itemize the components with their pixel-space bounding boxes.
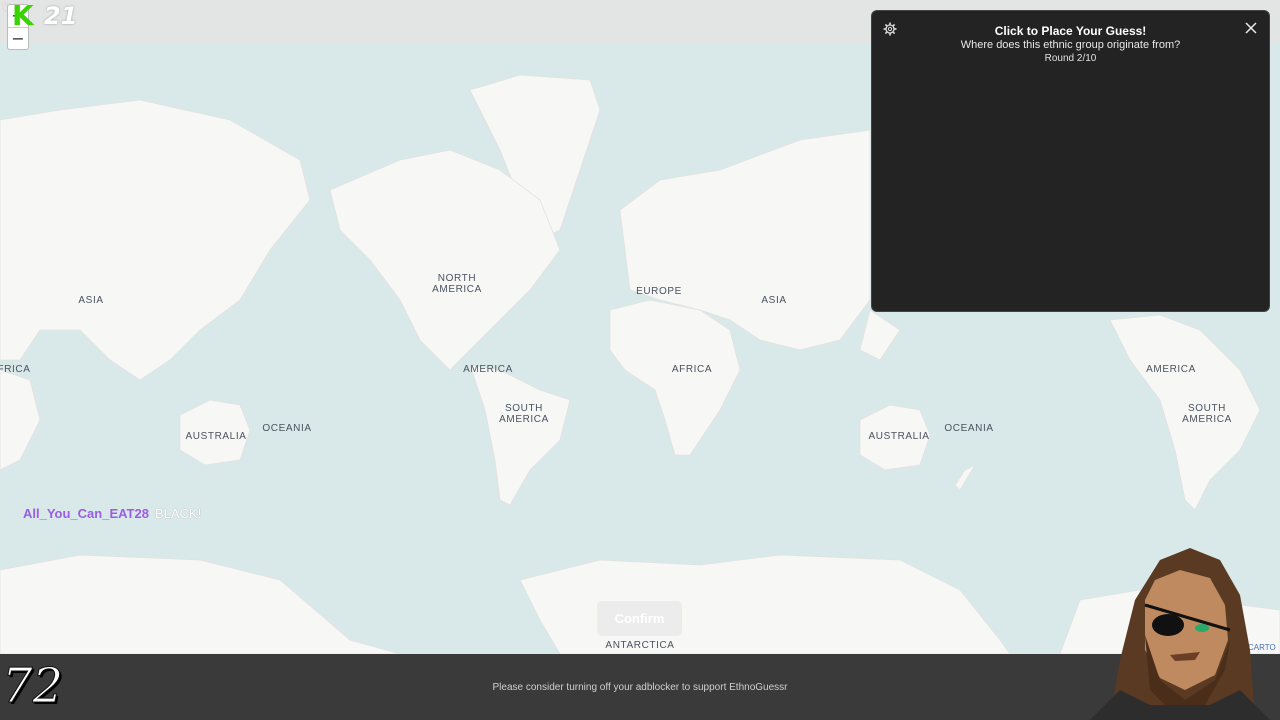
map-label-south-america-mid: SOUTH AMERICA: [499, 403, 549, 425]
panel-question: Where does this ethnic group originate f…: [960, 39, 1181, 51]
chat-text: BLACK!: [154, 506, 202, 521]
map-label-europe: EUROPE: [636, 286, 682, 297]
map-label-oceania-right: OCEANIA: [944, 423, 994, 434]
map-label-oceania-left: OCEANIA: [262, 423, 312, 434]
map-label-africa-mid: AFRICA: [671, 364, 713, 375]
map-label-australia-left: AUSTRALIA: [185, 431, 247, 442]
map-label-north-america: NORTH AMERICA: [432, 273, 482, 295]
chat-username: All_You_Can_EAT28: [23, 506, 149, 521]
k-logo: K: [12, 0, 34, 32]
map-label-america-right: AMERICA: [1146, 364, 1196, 375]
footer-bar: Please consider turning off your adblock…: [0, 654, 1280, 720]
map-label-africa-left: FRICA: [0, 364, 31, 375]
streamer-avatar: [1090, 548, 1270, 720]
round-counter: Round 2/10: [1044, 53, 1097, 64]
map-label-australia-right: AUSTRALIA: [868, 431, 930, 442]
close-icon[interactable]: [1243, 20, 1259, 36]
map-label-asia-mid: ASIA: [761, 295, 787, 306]
stream-score: 21: [44, 2, 78, 30]
panel-title: Click to Place Your Guess!: [994, 24, 1147, 38]
map-label-south-america-right: SOUTH AMERICA: [1182, 403, 1232, 425]
confirm-button[interactable]: Confirm: [597, 601, 682, 636]
map-label-asia-left: ASIA: [78, 295, 104, 306]
map-label-antarctica: ANTARCTICA: [605, 640, 675, 651]
adblock-notice: Please consider turning off your adblock…: [492, 682, 788, 693]
map-label-america-mid: AMERICA: [463, 364, 513, 375]
chat-message: All_You_Can_EAT28 BLACK!: [23, 506, 201, 521]
stream-badge: 72: [1, 658, 64, 714]
guess-panel: Click to Place Your Guess! Where does th…: [871, 10, 1270, 312]
